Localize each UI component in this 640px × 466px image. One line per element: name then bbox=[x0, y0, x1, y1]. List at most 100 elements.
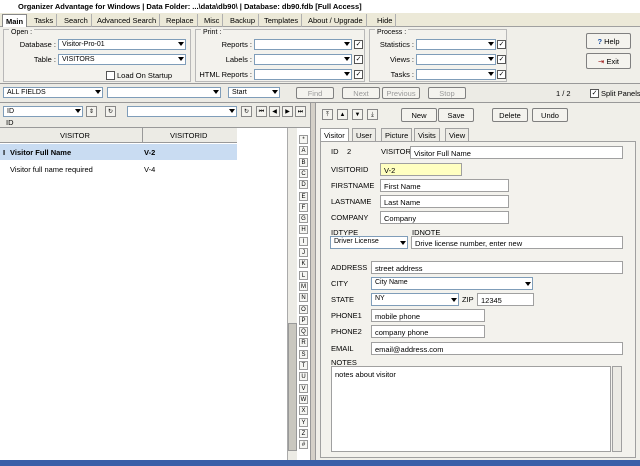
alphabet-index-letter[interactable]: * bbox=[299, 135, 308, 144]
alphabet-index-letter[interactable]: D bbox=[299, 180, 308, 190]
alphabet-index-letter[interactable]: B bbox=[299, 157, 308, 167]
tab-advanced-search[interactable]: Advanced Search bbox=[94, 14, 161, 27]
firstname-field[interactable]: First Name bbox=[380, 179, 509, 192]
split-panels-checkbox[interactable]: ✓ bbox=[590, 89, 599, 98]
exit-button[interactable]: ⇥ Exit bbox=[586, 53, 631, 69]
alphabet-index-letter[interactable]: W bbox=[299, 394, 308, 404]
alphabet-index-letter[interactable]: I bbox=[299, 236, 308, 246]
alphabet-index-letter[interactable]: K bbox=[299, 259, 308, 269]
tab-about-upgrade[interactable]: About / Upgrade bbox=[305, 14, 367, 27]
tasks-checkbox[interactable]: ✓ bbox=[497, 70, 506, 79]
subtab-view[interactable]: View bbox=[445, 128, 470, 141]
sort-field-select[interactable]: ID bbox=[3, 106, 83, 117]
tasks-select[interactable] bbox=[416, 69, 496, 80]
alphabet-index-letter[interactable]: L bbox=[299, 270, 308, 280]
address-field[interactable]: street address bbox=[371, 261, 623, 274]
find-button[interactable]: Find bbox=[296, 87, 334, 99]
alphabet-index-letter[interactable]: S bbox=[299, 349, 308, 359]
labels-select[interactable] bbox=[254, 54, 352, 65]
labels-checkbox[interactable]: ✓ bbox=[354, 55, 363, 64]
views-checkbox[interactable]: ✓ bbox=[497, 55, 506, 64]
alphabet-index-letter[interactable]: V bbox=[299, 383, 308, 393]
subtab-visits[interactable]: Visits bbox=[414, 128, 440, 141]
phone1-field[interactable]: mobile phone bbox=[371, 309, 485, 322]
alphabet-index-letter[interactable]: P bbox=[299, 315, 308, 325]
alphabet-index-letter[interactable]: X bbox=[299, 406, 308, 416]
zip-field[interactable]: 12345 bbox=[477, 293, 534, 306]
alphabet-index-letter[interactable]: U bbox=[299, 372, 308, 382]
tab-backup[interactable]: Backup bbox=[227, 14, 260, 27]
table-select[interactable]: VISITORS bbox=[58, 54, 186, 65]
help-button[interactable]: ? Help bbox=[586, 33, 631, 49]
search-field-select[interactable]: ALL FIELDS bbox=[3, 87, 103, 98]
tab-main[interactable]: Main bbox=[2, 14, 28, 27]
alphabet-index-letter[interactable]: F bbox=[299, 202, 308, 212]
tab-templates[interactable]: Templates bbox=[261, 14, 303, 27]
scrollbar-thumb[interactable] bbox=[288, 323, 297, 451]
alphabet-index-letter[interactable]: Z bbox=[299, 428, 308, 438]
alphabet-index-letter[interactable]: O bbox=[299, 304, 308, 314]
alphabet-index-letter[interactable]: H bbox=[299, 225, 308, 235]
load-startup-checkbox[interactable] bbox=[106, 71, 115, 80]
alphabet-index-letter[interactable]: E bbox=[299, 191, 308, 201]
save-button[interactable]: Save bbox=[438, 108, 474, 122]
table-row[interactable]: Visitor full name required V-4 bbox=[0, 161, 237, 177]
notes-textarea[interactable]: notes about visitor bbox=[331, 366, 611, 452]
refresh-icon[interactable]: ↻ bbox=[241, 106, 252, 117]
subtab-user[interactable]: User bbox=[352, 128, 376, 141]
lastname-field[interactable]: Last Name bbox=[380, 195, 509, 208]
alphabet-index-letter[interactable]: A bbox=[299, 146, 308, 156]
alphabet-index-letter[interactable]: M bbox=[299, 281, 308, 291]
move-up-icon[interactable]: ▲ bbox=[337, 109, 348, 120]
alphabet-index-letter[interactable]: N bbox=[299, 293, 308, 303]
company-field[interactable]: Company bbox=[380, 211, 509, 224]
statistics-select[interactable] bbox=[416, 39, 496, 50]
move-last-icon[interactable]: ⤓ bbox=[367, 109, 378, 120]
search-mode-select[interactable]: Start bbox=[228, 87, 280, 98]
html-reports-select[interactable] bbox=[254, 69, 352, 80]
views-select[interactable] bbox=[416, 54, 496, 65]
visitor-field[interactable]: Visitor Full Name bbox=[410, 146, 623, 159]
stop-button[interactable]: Stop bbox=[428, 87, 466, 99]
search-input[interactable] bbox=[107, 87, 221, 98]
idnote-field[interactable]: Drive license number, enter new bbox=[411, 236, 623, 249]
next-record-icon[interactable]: ▶ bbox=[282, 106, 293, 117]
reports-select[interactable] bbox=[254, 39, 352, 50]
phone2-field[interactable]: company phone bbox=[371, 325, 485, 338]
vertical-scrollbar[interactable] bbox=[287, 128, 297, 460]
database-select[interactable]: Visitor-Pro-01 bbox=[58, 39, 186, 50]
alphabet-index-letter[interactable]: T bbox=[299, 361, 308, 370]
tab-misc[interactable]: Misc bbox=[201, 14, 224, 27]
html-reports-checkbox[interactable]: ✓ bbox=[354, 70, 363, 79]
previous-button[interactable]: Previous bbox=[382, 87, 420, 99]
sort-direction-icon[interactable]: ⇕ bbox=[86, 106, 97, 117]
tab-replace[interactable]: Replace bbox=[163, 14, 198, 27]
tab-search[interactable]: Search bbox=[61, 14, 92, 27]
alphabet-index-letter[interactable]: # bbox=[299, 440, 308, 450]
subtab-picture[interactable]: Picture bbox=[381, 128, 413, 141]
alphabet-index-letter[interactable]: Q bbox=[299, 327, 308, 337]
subtab-visitor[interactable]: Visitor bbox=[320, 128, 349, 141]
email-field[interactable]: email@address.com bbox=[371, 342, 623, 355]
statistics-checkbox[interactable]: ✓ bbox=[497, 40, 506, 49]
undo-button[interactable]: Undo bbox=[532, 108, 568, 122]
move-first-icon[interactable]: ⤒ bbox=[322, 109, 333, 120]
alphabet-index-letter[interactable]: R bbox=[299, 338, 308, 348]
visitorid-field[interactable]: V-2 bbox=[380, 163, 462, 176]
column-header-visitor[interactable]: VISITOR bbox=[60, 131, 90, 140]
tab-hide[interactable]: Hide bbox=[374, 14, 397, 27]
state-select[interactable]: NY bbox=[371, 293, 459, 306]
notes-scrollbar[interactable] bbox=[612, 366, 622, 452]
prev-record-icon[interactable]: ◀ bbox=[269, 106, 280, 117]
city-select[interactable]: City Name bbox=[371, 277, 533, 290]
delete-button[interactable]: Delete bbox=[492, 108, 528, 122]
idtype-select[interactable]: Driver License bbox=[330, 236, 408, 249]
column-header-visitorid[interactable]: VISITORID bbox=[170, 131, 207, 140]
alphabet-index-letter[interactable]: Y bbox=[299, 417, 308, 427]
table-row[interactable]: I Visitor Full Name V-2 bbox=[0, 144, 237, 160]
alphabet-index-letter[interactable]: C bbox=[299, 168, 308, 178]
alphabet-index-letter[interactable]: G bbox=[299, 214, 308, 224]
move-down-icon[interactable]: ▼ bbox=[352, 109, 363, 120]
filter-select[interactable] bbox=[127, 106, 237, 117]
tab-tasks[interactable]: Tasks bbox=[31, 14, 58, 27]
